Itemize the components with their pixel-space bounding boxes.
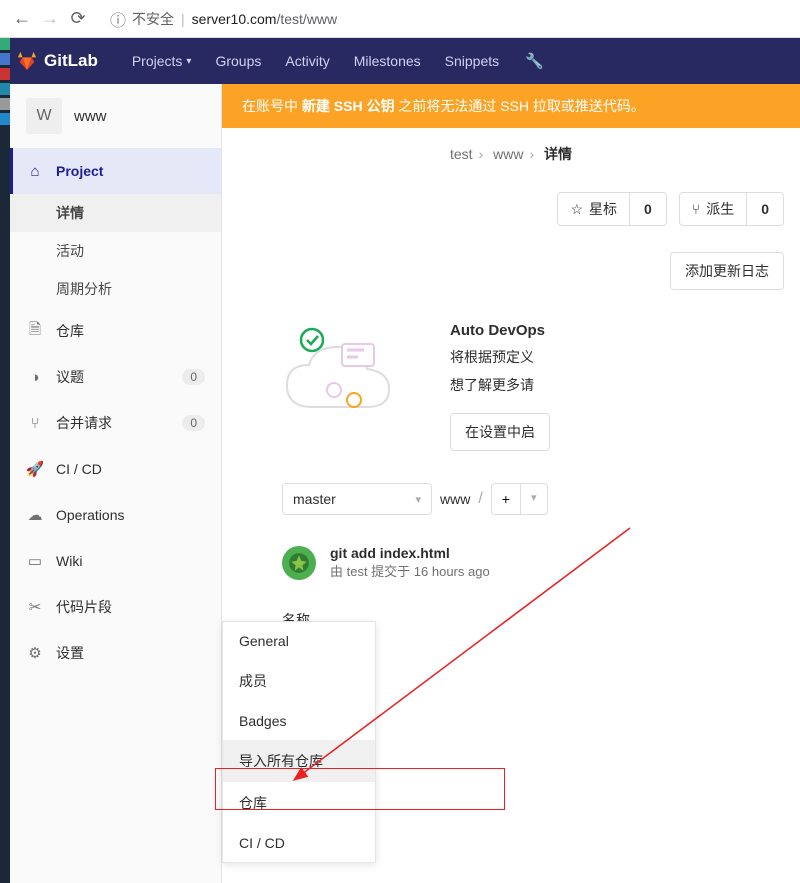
- nav-activity[interactable]: Activity: [273, 53, 341, 69]
- top-nav: Projects▾ Groups Activity Milestones Sni…: [120, 53, 511, 69]
- path-crumb[interactable]: www: [440, 491, 470, 507]
- info-icon: ⓘ: [110, 7, 126, 31]
- os-taskbar-strip: [0, 38, 10, 883]
- sidebar-sub-activity[interactable]: 活动: [10, 232, 221, 270]
- star-count: 0: [630, 193, 666, 225]
- sidebar-item-mr[interactable]: ⑂合并请求0: [10, 400, 221, 446]
- add-changelog-button[interactable]: 添加更新日志: [670, 252, 784, 290]
- gear-icon: ⚙: [26, 644, 44, 662]
- sidebar-item-project[interactable]: ⌂ Project: [10, 148, 221, 194]
- commit-avatar: [282, 546, 316, 580]
- stats-row: ☆星标 0 ⑂派生 0: [222, 180, 800, 252]
- sidebar-item-repo[interactable]: 🗎仓库: [10, 308, 221, 354]
- devops-panel: Auto DevOps 将根据预定义 想了解更多请 在设置中启: [222, 310, 800, 471]
- devops-title: Auto DevOps: [450, 322, 800, 339]
- breadcrumb: test› www› 详情: [222, 128, 800, 180]
- nav-groups[interactable]: Groups: [203, 53, 273, 69]
- crumb-project[interactable]: www: [493, 146, 523, 162]
- sidebar: W www ⌂ Project 详情 活动 周期分析 🗎仓库 ◑议题0 ⑂合并请…: [10, 84, 222, 883]
- flyout-badges[interactable]: Badges: [223, 702, 375, 740]
- gitlab-header: GitLab Projects▾ Groups Activity Milesto…: [0, 38, 800, 84]
- add-dropdown[interactable]: +▾: [491, 483, 548, 515]
- sidebar-item-issues[interactable]: ◑议题0: [10, 354, 221, 400]
- chevron-down-icon: ▾: [521, 484, 547, 514]
- sidebar-item-ops[interactable]: ☁Operations: [10, 492, 221, 538]
- gitlab-logo[interactable]: GitLab: [16, 50, 98, 72]
- merge-icon: ⑂: [26, 415, 44, 432]
- flyout-import[interactable]: 导入所有仓库: [223, 740, 375, 782]
- address-bar[interactable]: ⓘ 不安全 | server10.com/test/www: [100, 3, 792, 35]
- back-button[interactable]: ←: [8, 5, 36, 33]
- fork-icon: ⑂: [692, 201, 700, 217]
- ssh-banner: 在账号中 新建 SSH 公钥 之前将无法通过 SSH 拉取或推送代码。: [222, 84, 800, 128]
- browser-bar: ← → ⟳ ⓘ 不安全 | server10.com/test/www: [0, 0, 800, 38]
- devops-illustration: [282, 322, 422, 432]
- project-avatar: W: [26, 98, 62, 134]
- issues-badge: 0: [182, 369, 205, 385]
- flyout-repo[interactable]: 仓库: [223, 782, 375, 824]
- star-group[interactable]: ☆星标 0: [557, 192, 666, 226]
- commit-meta: 由 test 提交于 16 hours ago: [330, 561, 490, 580]
- flyout-cicd[interactable]: CI / CD: [223, 824, 375, 862]
- project-name: www: [74, 108, 107, 125]
- sidebar-sub-cycle[interactable]: 周期分析: [10, 270, 221, 308]
- star-icon: ☆: [570, 201, 583, 218]
- admin-icon[interactable]: 🔧: [525, 52, 544, 70]
- crumb-group[interactable]: test: [450, 146, 473, 162]
- url-path: /test/www: [276, 11, 337, 27]
- project-header[interactable]: W www: [10, 84, 221, 148]
- insecure-label: 不安全: [132, 9, 174, 29]
- flyout-general[interactable]: General: [223, 622, 375, 660]
- flyout-members[interactable]: 成员: [223, 660, 375, 702]
- devops-line1: 将根据预定义: [450, 347, 800, 367]
- ops-icon: ☁: [26, 506, 44, 524]
- sidebar-item-cicd[interactable]: 🚀CI / CD: [10, 446, 221, 492]
- gitlab-icon: [16, 50, 38, 72]
- settings-flyout: General 成员 Badges 导入所有仓库 仓库 CI / CD: [222, 621, 376, 863]
- home-icon: ⌂: [26, 163, 44, 180]
- fork-count: 0: [747, 193, 783, 225]
- crumb-current: 详情: [544, 146, 572, 162]
- devops-line2: 想了解更多请: [450, 375, 800, 395]
- sidebar-item-snippets[interactable]: ✂代码片段: [10, 584, 221, 630]
- rocket-icon: 🚀: [26, 460, 44, 478]
- mr-badge: 0: [182, 415, 205, 431]
- nav-snippets[interactable]: Snippets: [433, 53, 511, 69]
- devops-settings-button[interactable]: 在设置中启: [450, 413, 550, 451]
- sidebar-sub-details[interactable]: 详情: [10, 194, 221, 232]
- sidebar-item-settings[interactable]: ⚙设置: [10, 630, 221, 676]
- sidebar-item-wiki[interactable]: ▭Wiki: [10, 538, 221, 584]
- fork-group[interactable]: ⑂派生 0: [679, 192, 784, 226]
- plus-icon: +: [492, 484, 521, 514]
- commit-title: git add index.html: [330, 545, 490, 561]
- latest-commit[interactable]: git add index.html 由 test 提交于 16 hours a…: [222, 533, 800, 598]
- issues-icon: ◑: [26, 369, 44, 386]
- nav-projects[interactable]: Projects▾: [120, 53, 204, 69]
- nav-milestones[interactable]: Milestones: [342, 53, 433, 69]
- branch-select[interactable]: master▾: [282, 483, 432, 515]
- forward-button[interactable]: →: [36, 5, 64, 33]
- book-icon: ▭: [26, 552, 44, 570]
- file-icon: 🗎: [26, 319, 44, 344]
- url-host: server10.com: [192, 11, 277, 27]
- reload-button[interactable]: ⟳: [64, 5, 92, 33]
- scissors-icon: ✂: [26, 598, 44, 616]
- branch-row: master▾ www / +▾: [222, 471, 800, 533]
